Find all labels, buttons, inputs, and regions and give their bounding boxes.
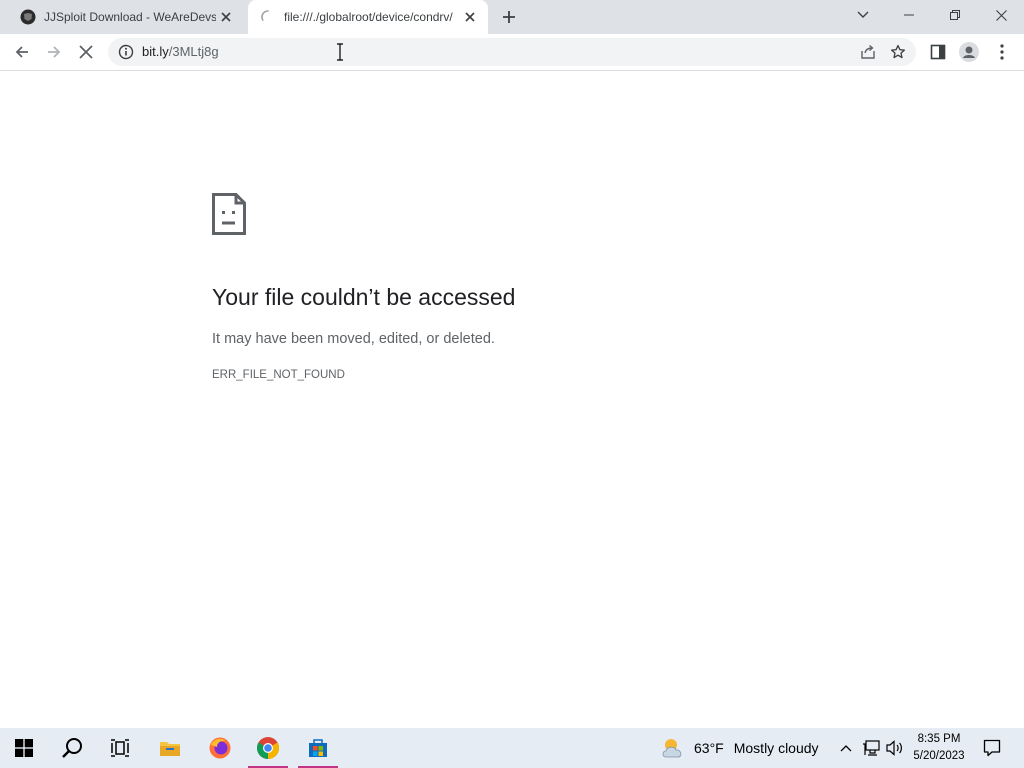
weather-widget[interactable]: 63°F Mostly cloudy [660,728,819,768]
forward-button[interactable] [40,38,68,66]
close-tab-icon[interactable] [460,7,480,27]
chrome-icon [257,737,279,759]
url-text: bit.ly/3MLtj8g [142,44,219,59]
network-icon [863,740,880,756]
store-bag-icon [309,739,327,757]
notifications-button[interactable] [978,728,1006,768]
partly-cloudy-icon [662,739,682,758]
side-panel-icon [930,44,946,60]
file-explorer-button[interactable] [146,728,194,768]
microsoft-store-button[interactable] [294,728,342,768]
task-view-button[interactable] [96,728,144,768]
weather-temp: 63°F [694,740,724,756]
tab-title: file:///./globalroot/device/condrv/ [284,10,453,24]
tab-file-condrv[interactable]: file:///./globalroot/device/condrv/ [248,0,488,34]
plus-icon [503,11,515,23]
new-tab-button[interactable] [498,6,520,28]
url-path: /3MLtj8g [168,44,219,59]
chevron-down-icon [857,11,869,18]
share-icon[interactable] [860,44,876,60]
search-icon [62,738,82,758]
restore-button[interactable] [932,0,978,30]
clock-time: 8:35 PM [917,733,961,745]
menu-button[interactable] [988,38,1016,66]
start-button[interactable] [0,728,48,768]
error-title: Your file couldn’t be accessed [212,284,516,310]
notification-icon [983,739,1001,757]
folder-icon [160,742,180,756]
loading-spinner-icon [261,10,269,21]
show-hidden-icons-button[interactable] [836,728,856,768]
tab-jjsploit[interactable]: JJSploit Download - WeAreDevs [8,0,244,34]
taskbar-clock[interactable]: 8:35 PM 5/20/2023 [906,731,972,765]
text-cursor-icon [337,43,343,61]
arrow-left-icon [15,46,28,58]
site-info-icon[interactable] [118,44,134,60]
windows-logo-icon [15,739,33,757]
close-icon [995,9,1007,21]
error-code: ERR_FILE_NOT_FOUND [212,369,345,381]
firefox-icon [209,737,231,759]
arrow-right-icon [48,46,61,58]
firefox-button[interactable] [196,728,244,768]
chevron-up-icon [840,745,852,752]
error-description: It may have been moved, edited, or delet… [212,331,495,347]
side-panel-button[interactable] [924,38,952,66]
back-button[interactable] [8,38,36,66]
chrome-button[interactable] [244,728,292,768]
windows-taskbar: 63°F Mostly cloudy 8:35 PM 5/20/2023 [0,728,1024,768]
tab-strip: JJSploit Download - WeAreDevs file:///./… [0,0,1024,34]
speaker-icon [886,740,902,756]
weather-condition: Mostly cloudy [733,740,819,756]
more-vert-icon [1000,44,1004,60]
minimize-button[interactable] [886,0,932,30]
url-host: bit.ly [142,44,169,59]
wearedevs-favicon-icon [20,9,36,25]
stop-icon [79,45,93,59]
sad-file-icon [212,193,246,235]
task-view-icon [111,739,129,757]
clock-date: 5/20/2023 [913,750,965,762]
restore-icon [950,10,960,20]
minimize-icon [904,14,914,16]
volume-button[interactable] [884,728,906,768]
tab-title: JJSploit Download - WeAreDevs [44,10,216,24]
bookmark-star-icon[interactable] [890,44,906,60]
stop-loading-button[interactable] [72,38,100,66]
network-button[interactable] [860,728,882,768]
profile-button[interactable] [955,38,983,66]
search-button[interactable] [48,728,96,768]
close-window-button[interactable] [978,0,1024,30]
tab-search-button[interactable] [840,0,886,30]
close-tab-icon[interactable] [216,7,236,27]
page-content: Your file couldn’t be accessed It may ha… [0,71,1024,728]
address-bar[interactable]: bit.ly/3MLtj8g [108,38,916,66]
profile-avatar-icon [959,42,979,62]
